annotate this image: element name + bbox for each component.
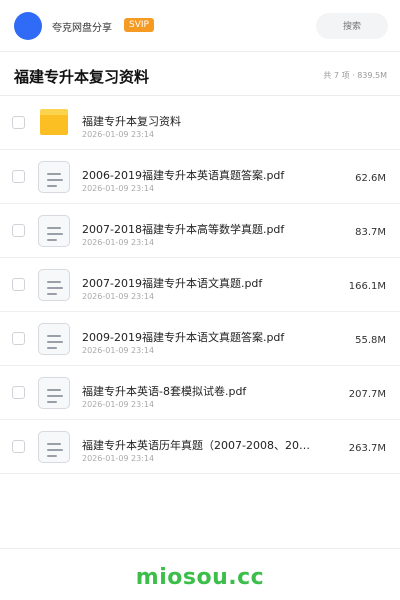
- site-watermark: miosou.cc: [135, 565, 265, 590]
- list-item[interactable]: 福建专升本英语-8套模拟试卷.pdf 2026-01-09 23:14 207.…: [0, 366, 400, 420]
- folder-title-bar: 福建专升本复习资料 共 7 项 · 839.5M: [0, 52, 400, 96]
- item-date: 2026-01-09 23:14: [82, 238, 155, 247]
- document-icon: [38, 323, 70, 355]
- list-item[interactable]: 2009-2019福建专升本语文真题答案.pdf 2026-01-09 23:1…: [0, 312, 400, 366]
- document-icon: [38, 215, 70, 247]
- item-name: 2009-2019福建专升本语文真题答案.pdf: [82, 331, 285, 344]
- list-item[interactable]: 2007-2018福建专升本高等数学真题.pdf 2026-01-09 23:1…: [0, 204, 400, 258]
- document-icon: [38, 431, 70, 463]
- item-size: 55.8M: [355, 335, 386, 346]
- item-date: 2026-01-09 23:14: [82, 130, 155, 139]
- item-size: 263.7M: [348, 443, 386, 454]
- item-size: 166.1M: [348, 281, 386, 292]
- select-checkbox[interactable]: [12, 386, 25, 399]
- item-name: 福建专升本复习资料: [82, 115, 181, 128]
- select-checkbox[interactable]: [12, 440, 25, 453]
- item-date: 2026-01-09 23:14: [82, 292, 155, 301]
- item-name: 福建专升本英语历年真题（2007-2008、201…: [82, 439, 312, 452]
- list-item[interactable]: 2006-2019福建专升本英语真题答案.pdf 2026-01-09 23:1…: [0, 150, 400, 204]
- item-summary: 共 7 项 · 839.5M: [323, 71, 387, 80]
- folder-icon: [38, 107, 70, 139]
- document-icon: [38, 269, 70, 301]
- item-size: 207.7M: [348, 389, 386, 400]
- file-list: 福建专升本复习资料 2026-01-09 23:14 2006-2019福建专升…: [0, 96, 400, 474]
- item-size: 83.7M: [355, 227, 386, 238]
- item-size: 62.6M: [355, 173, 386, 184]
- select-checkbox[interactable]: [12, 332, 25, 345]
- footer: miosou.cc: [0, 548, 400, 600]
- top-header: 夸克网盘分享 SVIP: [0, 0, 400, 52]
- list-item[interactable]: 2007-2019福建专升本语文真题.pdf 2026-01-09 23:14 …: [0, 258, 400, 312]
- select-checkbox[interactable]: [12, 116, 25, 129]
- select-checkbox[interactable]: [12, 224, 25, 237]
- item-name: 福建专升本英语-8套模拟试卷.pdf: [82, 385, 247, 398]
- svip-badge[interactable]: SVIP: [124, 18, 154, 32]
- brand-name: 夸克网盘分享: [52, 23, 112, 34]
- document-icon: [38, 377, 70, 409]
- select-checkbox[interactable]: [12, 278, 25, 291]
- document-icon: [38, 161, 70, 193]
- select-checkbox[interactable]: [12, 170, 25, 183]
- item-date: 2026-01-09 23:14: [82, 400, 155, 409]
- item-name: 2007-2018福建专升本高等数学真题.pdf: [82, 223, 285, 236]
- list-item[interactable]: 福建专升本复习资料 2026-01-09 23:14: [0, 96, 400, 150]
- item-date: 2026-01-09 23:14: [82, 184, 155, 193]
- avatar[interactable]: [14, 12, 42, 40]
- list-item[interactable]: 福建专升本英语历年真题（2007-2008、201… 2026-01-09 23…: [0, 420, 400, 474]
- item-name: 2006-2019福建专升本英语真题答案.pdf: [82, 169, 285, 182]
- search-input[interactable]: [316, 13, 388, 39]
- item-date: 2026-01-09 23:14: [82, 454, 155, 463]
- page-title: 福建专升本复习资料: [14, 68, 150, 86]
- item-date: 2026-01-09 23:14: [82, 346, 155, 355]
- item-name: 2007-2019福建专升本语文真题.pdf: [82, 277, 263, 290]
